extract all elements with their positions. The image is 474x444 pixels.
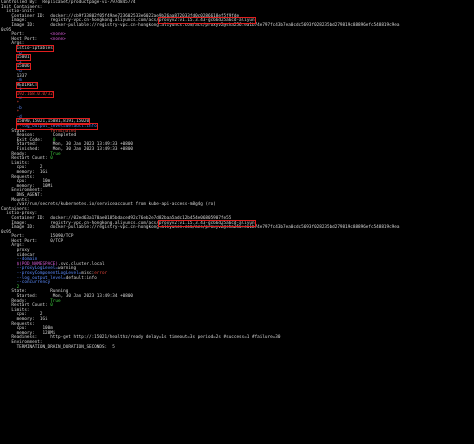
terminal-text: 0c95 [1, 229, 12, 235]
terminal-output: Controlled By: ReplicaSet/productpage-v1… [0, 0, 474, 444]
terminal-text: 0 [50, 156, 53, 162]
terminal-line: TERMINATION_DRAIN_DURATION_SECONDS: 5 [1, 344, 474, 351]
terminal-text: Readiness: http-get http://:15021/health… [11, 335, 281, 341]
terminal-text: Image ID: docker-pullable://registry-vpc… [11, 22, 400, 28]
terminal-text: default:info [65, 275, 97, 281]
terminal-text: <none> [50, 36, 66, 42]
terminal-text: Image ID: docker-pullable://registry-vpc… [11, 225, 400, 231]
terminal-text: 0 [50, 303, 53, 309]
terminal-text: /var/run/secrets/kubernetes.io/serviceac… [16, 202, 216, 208]
terminal-text: 0c95 [1, 27, 12, 33]
highlighted-text: istio-iptables [15, 44, 54, 52]
terminal-text: TERMINATION_DRAIN_DURATION_SECONDS: 5 [16, 344, 115, 350]
highlighted-text: 192.168.0.0/32 [15, 90, 54, 98]
terminal-text: --concurrency [16, 280, 51, 286]
